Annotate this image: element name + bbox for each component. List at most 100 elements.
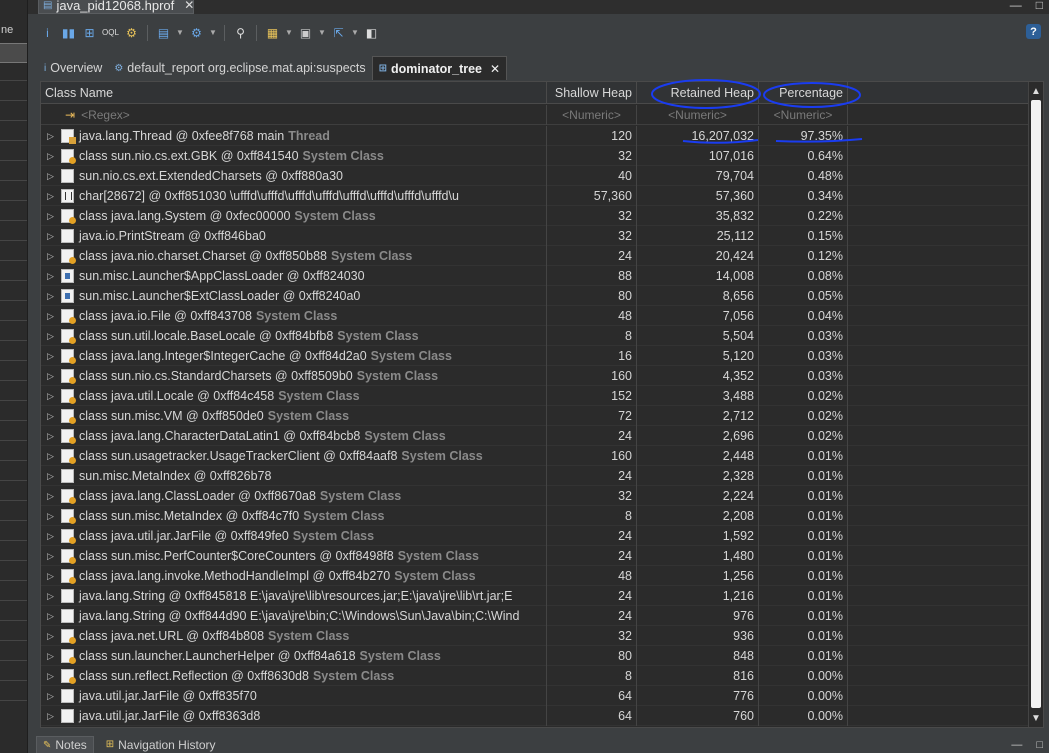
table-row[interactable]: ▷ class java.lang.System @ 0xfec00000 Syst… — [41, 206, 1029, 226]
column-header-shallow-heap[interactable]: Shallow Heap — [547, 82, 637, 104]
export-icon[interactable]: ⇱ — [329, 23, 348, 42]
histogram-icon[interactable]: ▮▮ — [59, 23, 78, 42]
column-header-percentage[interactable]: Percentage — [759, 82, 848, 104]
table-row[interactable]: ▷ class sun.util.locale.BaseLocale @ 0xff… — [41, 326, 1029, 346]
table-row[interactable]: ▷ sun.misc.Launcher$ExtClassLoader @ 0xff… — [41, 286, 1029, 306]
shallow-heap-filter[interactable]: <Numeric> — [547, 105, 637, 125]
table-row[interactable]: ▷ class java.nio.charset.Charset @ 0xff85… — [41, 246, 1029, 266]
expand-arrow-icon[interactable]: ▷ — [47, 251, 61, 262]
expand-arrow-icon[interactable]: ▷ — [47, 371, 61, 382]
expand-arrow-icon[interactable]: ▷ — [47, 391, 61, 402]
table-row[interactable]: ▷ class sun.nio.cs.ext.GBK @ 0xff841540 Sy… — [41, 146, 1029, 166]
expand-arrow-icon[interactable]: ▷ — [47, 231, 61, 242]
maximize-button[interactable]: □ — [1036, 0, 1043, 12]
expand-arrow-icon[interactable]: ▷ — [47, 311, 61, 322]
close-icon[interactable]: ✕ — [490, 62, 500, 76]
expand-arrow-icon[interactable]: ▷ — [47, 711, 61, 722]
table-row[interactable]: ▷ class sun.misc.PerfCounter$CoreCounters… — [41, 546, 1029, 566]
table-row[interactable]: ▷ class sun.reflect.Reflection @ 0xff8630… — [41, 666, 1029, 686]
tab-navigation-history[interactable]: ⊞ Navigation History — [100, 736, 222, 753]
run-report-icon[interactable]: ▤ — [154, 23, 173, 42]
expand-arrow-icon[interactable]: ▷ — [47, 271, 61, 282]
tab-default-report[interactable]: ⚙ default_report org.eclipse.mat.api:sus… — [108, 56, 371, 80]
expand-arrow-icon[interactable]: ▷ — [47, 651, 61, 662]
expand-arrow-icon[interactable]: ▷ — [47, 331, 61, 342]
search-icon[interactable]: ⚲ — [231, 23, 250, 42]
tab-notes[interactable]: ✎ Notes — [36, 736, 94, 753]
table-row[interactable]: ▷ class sun.misc.MetaIndex @ 0xff84c7f0 Sy… — [41, 506, 1029, 526]
scrollbar-thumb[interactable] — [1031, 100, 1041, 708]
expand-arrow-icon[interactable]: ▷ — [47, 611, 61, 622]
retained-heap-filter[interactable]: <Numeric> — [637, 105, 759, 125]
table-row[interactable]: ▷ java.util.jar.JarFile @ 0xff835f70 64 776… — [41, 686, 1029, 706]
scroll-up-icon[interactable]: ▲ — [1029, 84, 1043, 98]
expand-arrow-icon[interactable]: ▷ — [47, 691, 61, 702]
expand-arrow-icon[interactable]: ▷ — [47, 511, 61, 522]
table-row[interactable]: ▷ char[28672] @ 0xff851030 \ufffd\ufffd\u… — [41, 186, 1029, 206]
threads-icon[interactable]: ⚙ — [122, 23, 141, 42]
expand-arrow-icon[interactable]: ▷ — [47, 351, 61, 362]
table-row[interactable]: ▷ sun.nio.cs.ext.ExtendedCharsets @ 0xff8… — [41, 166, 1029, 186]
calculate-retained-icon[interactable]: ▣ — [296, 23, 315, 42]
chevron-down-icon[interactable]: ▼ — [175, 23, 185, 42]
help-button[interactable]: ? — [1026, 24, 1041, 39]
expand-arrow-icon[interactable]: ▷ — [47, 531, 61, 542]
close-icon[interactable]: ✕ — [184, 0, 194, 12]
minimize-button[interactable]: — — [1010, 0, 1022, 12]
dominator-tree-icon[interactable]: ⊞ — [80, 23, 99, 42]
expand-arrow-icon[interactable]: ▷ — [47, 631, 61, 642]
table-row[interactable]: ▷ class java.lang.invoke.MethodHandleImpl… — [41, 566, 1029, 586]
table-row[interactable]: ▷ java.lang.String @ 0xff844d90 E:\java\j… — [41, 606, 1029, 626]
expand-arrow-icon[interactable]: ▷ — [47, 151, 61, 162]
find-object-icon[interactable]: ◧ — [362, 23, 381, 42]
expand-arrow-icon[interactable]: ▷ — [47, 211, 61, 222]
editor-tab-hprof[interactable]: ▤ java_pid12068.hprof ✕ — [38, 0, 194, 14]
table-row[interactable]: ▷ class java.util.Locale @ 0xff84c458 Syst… — [41, 386, 1029, 406]
tab-dominator-tree[interactable]: ⊞ dominator_tree ✕ — [371, 56, 508, 80]
column-header-retained-heap[interactable]: Retained Heap — [637, 82, 759, 104]
left-panel-selected-row[interactable] — [0, 43, 27, 63]
minimize-button[interactable]: — — [1011, 739, 1022, 751]
table-row[interactable]: ▷ class sun.launcher.LauncherHelper @ 0xf… — [41, 646, 1029, 666]
table-row[interactable]: ▷ java.util.jar.JarFile @ 0xff8363d8 64 760… — [41, 706, 1029, 726]
table-row[interactable]: ▷ java.io.PrintStream @ 0xff846ba0 32 25,11… — [41, 226, 1029, 246]
scroll-down-icon[interactable]: ▼ — [1029, 711, 1043, 725]
maximize-button[interactable]: □ — [1036, 739, 1043, 751]
chevron-down-icon[interactable]: ▼ — [284, 23, 294, 42]
expand-arrow-icon[interactable]: ▷ — [47, 591, 61, 602]
class-name-filter[interactable]: ⇥ <Regex> — [41, 105, 547, 125]
expand-arrow-icon[interactable]: ▷ — [47, 291, 61, 302]
table-row[interactable]: ▷ java.lang.Thread @ 0xfee8f768 main Threa… — [41, 126, 1029, 146]
chevron-down-icon[interactable]: ▼ — [317, 23, 327, 42]
chevron-down-icon[interactable]: ▼ — [350, 23, 360, 42]
expand-arrow-icon[interactable]: ▷ — [47, 451, 61, 462]
table-row[interactable]: ▷ class sun.nio.cs.StandardCharsets @ 0xf… — [41, 366, 1029, 386]
column-header-class-name[interactable]: Class Name — [41, 82, 547, 104]
expand-arrow-icon[interactable]: ▷ — [47, 131, 61, 142]
expand-arrow-icon[interactable]: ▷ — [47, 671, 61, 682]
expand-arrow-icon[interactable]: ▷ — [47, 431, 61, 442]
expand-arrow-icon[interactable]: ▷ — [47, 471, 61, 482]
group-by-icon[interactable]: ▦ — [263, 23, 282, 42]
table-row[interactable]: ▷ sun.misc.MetaIndex @ 0xff826b78 24 2,328 0… — [41, 466, 1029, 486]
expand-arrow-icon[interactable]: ▷ — [47, 191, 61, 202]
expand-arrow-icon[interactable]: ▷ — [47, 411, 61, 422]
table-row[interactable]: ▷ class java.lang.Integer$IntegerCache @ … — [41, 346, 1029, 366]
table-row[interactable]: ▷ class java.io.File @ 0xff843708 System C… — [41, 306, 1029, 326]
table-row[interactable]: ▷ sun.misc.Launcher$AppClassLoader @ 0xff… — [41, 266, 1029, 286]
table-row[interactable]: ▷ java.lang.String @ 0xff845818 E:\java\j… — [41, 586, 1029, 606]
expand-arrow-icon[interactable]: ▷ — [47, 571, 61, 582]
info-icon[interactable]: i — [38, 23, 57, 42]
tab-overview[interactable]: i Overview — [38, 56, 108, 80]
table-row[interactable]: ▷ class java.lang.ClassLoader @ 0xff8670a… — [41, 486, 1029, 506]
table-row[interactable]: ▷ class java.util.jar.JarFile @ 0xff849fe… — [41, 526, 1029, 546]
table-row[interactable]: ▷ class sun.misc.VM @ 0xff850de0 System Cl… — [41, 406, 1029, 426]
oql-icon[interactable]: OQL — [101, 23, 120, 42]
expand-arrow-icon[interactable]: ▷ — [47, 171, 61, 182]
table-row[interactable]: ▷ class java.net.URL @ 0xff84b808 System C… — [41, 626, 1029, 646]
table-row[interactable]: ▷ class sun.usagetracker.UsageTrackerClie… — [41, 446, 1029, 466]
query-browser-icon[interactable]: ⚙ — [187, 23, 206, 42]
expand-arrow-icon[interactable]: ▷ — [47, 491, 61, 502]
chevron-down-icon[interactable]: ▼ — [208, 23, 218, 42]
expand-arrow-icon[interactable]: ▷ — [47, 551, 61, 562]
